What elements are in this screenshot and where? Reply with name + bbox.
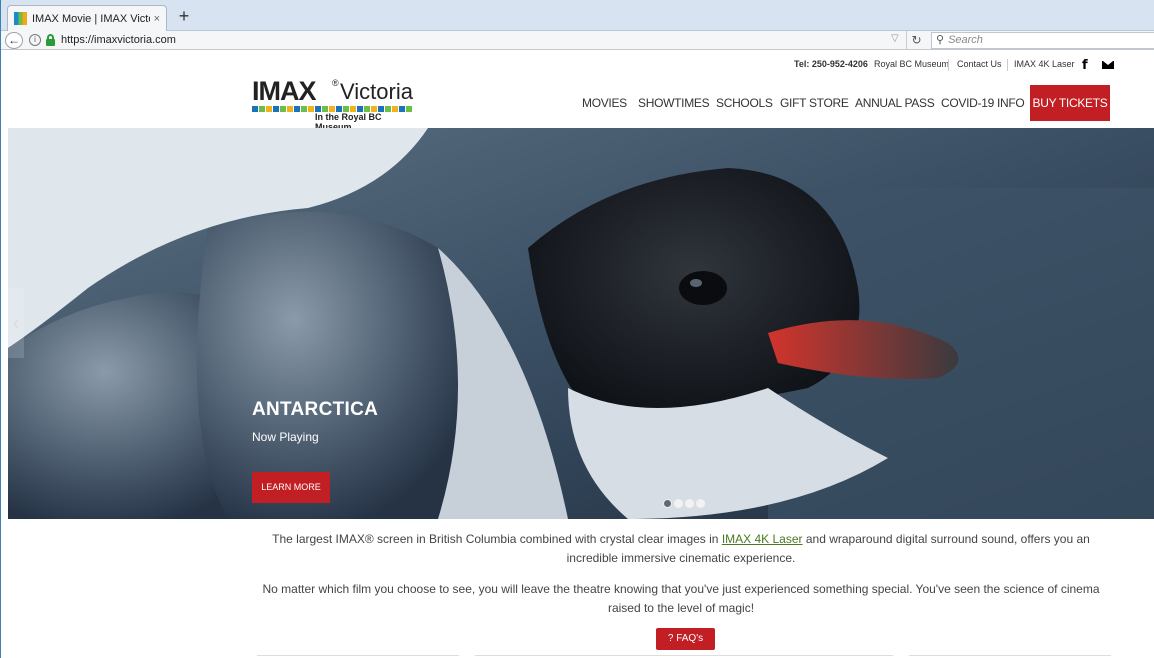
browser-window: IMAX Movie | IMAX Victoria × + ← i https… (0, 0, 1154, 658)
intro-paragraph: The largest IMAX® screen in British Colu… (251, 530, 1111, 568)
carousel-dot[interactable] (674, 499, 683, 508)
lock-icon[interactable] (46, 34, 55, 46)
nav-annual-pass[interactable]: ANNUAL PASS (855, 96, 935, 110)
phone-number: Tel: 250-952-4206 (794, 59, 868, 69)
buy-tickets-button[interactable]: BUY TICKETS (1030, 85, 1110, 121)
tab-bar: IMAX Movie | IMAX Victoria × + (1, 0, 1154, 31)
learn-more-button[interactable]: LEARN MORE (252, 472, 330, 503)
logo-brand: IMAX (252, 76, 316, 106)
back-arrow-icon[interactable]: ← (5, 32, 23, 49)
carousel-indicators (663, 499, 705, 509)
logo-city: Victoria (340, 79, 413, 104)
reload-icon[interactable]: ↻ (906, 31, 926, 49)
utility-bar: Tel: 250-952-4206 Royal BC Museum Contac… (1, 58, 1154, 73)
tab-title: IMAX Movie | IMAX Victoria (32, 12, 150, 25)
royal-bc-museum-link[interactable]: Royal BC Museum (874, 59, 949, 69)
close-icon[interactable]: × (154, 13, 160, 25)
logo-reg: ® (332, 78, 339, 88)
carousel-prev-arrow-icon[interactable]: ‹ (8, 288, 24, 358)
carousel-dot[interactable] (685, 499, 694, 508)
hero-title: ANTARCTICA (252, 399, 379, 420)
website: Tel: 250-952-4206 Royal BC Museum Contac… (1, 51, 1154, 658)
mail-icon[interactable] (1102, 61, 1114, 69)
experience-paragraph: No matter which film you choose to see, … (262, 582, 1100, 615)
info-icon[interactable]: i (29, 34, 41, 46)
imax-4k-laser-inline-link[interactable]: IMAX 4K Laser (722, 532, 803, 546)
carousel-dot[interactable] (663, 499, 672, 508)
facebook-icon[interactable]: f (1082, 58, 1088, 73)
address-bar[interactable]: https://imaxvictoria.com (61, 34, 176, 46)
contact-us-link[interactable]: Contact Us (957, 59, 1002, 69)
divider (1007, 59, 1008, 71)
nav-movies[interactable]: MOVIES (582, 96, 627, 110)
search-icon: ⚲ (936, 34, 945, 46)
imax-victoria-logo[interactable]: IMAX ® Victoria In the Royal BC Museum (252, 76, 417, 132)
hero-carousel: ‹ ANTARCTICA Now Playing LEARN MORE (8, 128, 1154, 519)
nav-schools[interactable]: SCHOOLS (716, 96, 773, 110)
imax-4k-laser-link[interactable]: IMAX 4K Laser (1014, 59, 1075, 69)
carousel-dot[interactable] (696, 499, 705, 508)
hero-image-penguin (8, 128, 1154, 519)
favicon-icon (14, 12, 27, 25)
search-placeholder: Search (948, 34, 983, 46)
nav-gift-store[interactable]: GIFT STORE (780, 96, 849, 110)
hero-subtitle: Now Playing (252, 430, 319, 444)
divider (948, 59, 949, 71)
new-tab-button[interactable]: + (173, 6, 195, 26)
chevron-down-icon[interactable]: ▽ (891, 33, 899, 44)
browser-navbar: ← i https://imaxvictoria.com ▽ ↻ ⚲ Search (1, 31, 1154, 50)
nav-showtimes[interactable]: SHOWTIMES (638, 96, 710, 110)
browser-tab[interactable]: IMAX Movie | IMAX Victoria × (7, 5, 167, 31)
nav-covid-info[interactable]: COVID-19 INFO (941, 96, 1025, 110)
search-input[interactable]: ⚲ Search (931, 32, 1154, 49)
intro-text-start: The largest IMAX® screen in British Colu… (272, 532, 722, 546)
faq-button[interactable]: ? FAQ's (656, 628, 715, 650)
